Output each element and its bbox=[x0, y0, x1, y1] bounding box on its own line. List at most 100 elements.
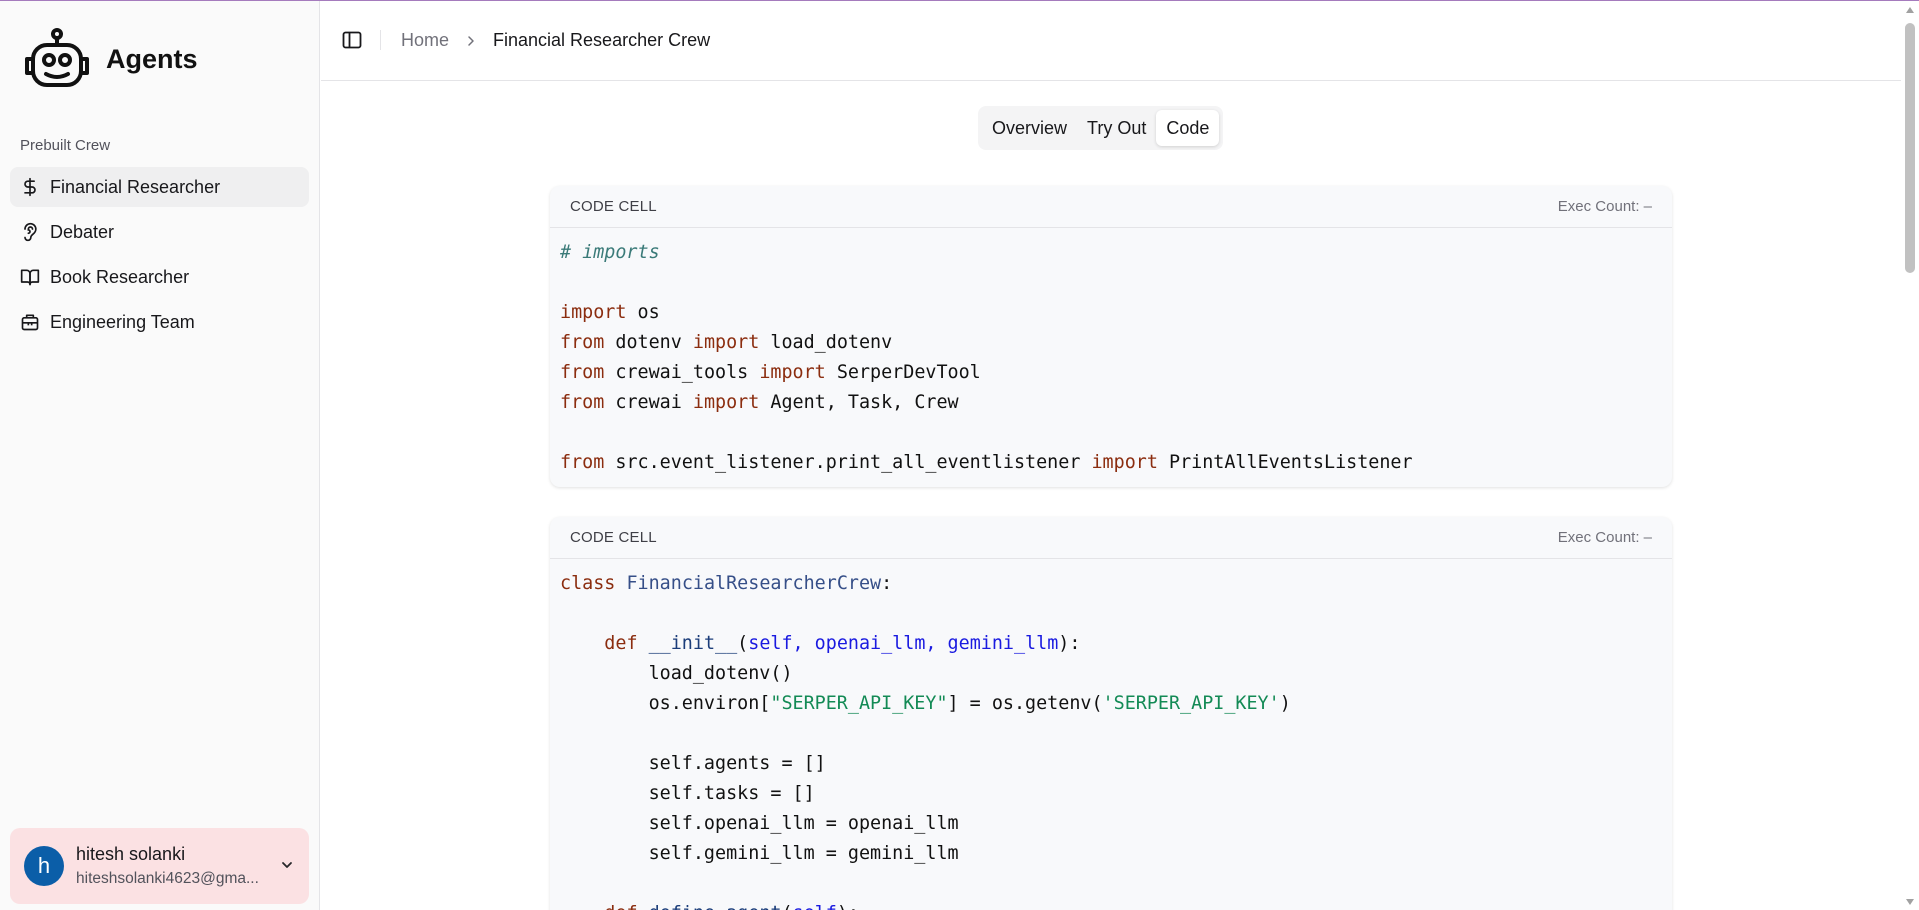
code-token: __init__ bbox=[648, 633, 738, 654]
scroll-down-arrow-icon[interactable] bbox=[1905, 897, 1915, 907]
code-token: self.openai_llm = openai_llm bbox=[560, 813, 959, 834]
code-token: import bbox=[692, 332, 760, 353]
app-title: Agents bbox=[106, 43, 198, 74]
code-token: : bbox=[881, 573, 893, 594]
sidebar-item-financial-researcher[interactable]: Financial Researcher bbox=[10, 167, 309, 207]
code-cell-header: CODE CELL Exec Count: – bbox=[550, 517, 1672, 559]
code-block[interactable]: class FinancialResearcherCrew: def __ini… bbox=[550, 559, 1672, 910]
code-token: ): bbox=[1058, 633, 1081, 654]
code-line: load_dotenv() bbox=[560, 659, 1662, 689]
exec-count: Exec Count: – bbox=[1557, 529, 1652, 546]
code-token: self.gemini_llm = gemini_llm bbox=[560, 843, 959, 864]
book-open-icon bbox=[20, 267, 40, 287]
code-token: from bbox=[560, 362, 605, 383]
code-block[interactable]: # imports import os from dotenv import lo… bbox=[550, 228, 1672, 487]
code-line: def define_agent(self): bbox=[560, 899, 1662, 910]
code-cell-label: CODE CELL bbox=[570, 198, 657, 215]
sidebar-item-label: Financial Researcher bbox=[50, 176, 221, 197]
brand[interactable]: Agents bbox=[22, 27, 198, 91]
code-token: crewai_tools bbox=[604, 362, 760, 383]
code-token: ] = os.getenv( bbox=[947, 693, 1103, 714]
code-token: ) bbox=[1279, 693, 1291, 714]
code-token: Agent, Task, Crew bbox=[759, 392, 959, 413]
code-token: def bbox=[604, 903, 637, 910]
sidebar-toggle-icon[interactable] bbox=[341, 29, 363, 51]
code-token: PrintAllEventsListener bbox=[1157, 452, 1413, 473]
code-line: os.environ["SERPER_API_KEY"] = os.getenv… bbox=[560, 689, 1662, 719]
code-token: self.tasks = [] bbox=[560, 783, 815, 804]
code-cell-header: CODE CELL Exec Count: – bbox=[550, 186, 1672, 228]
breadcrumb-current: Financial Researcher Crew bbox=[493, 30, 711, 50]
sidebar-group-label: Prebuilt Crew bbox=[20, 137, 111, 154]
scroll-up-arrow-icon[interactable] bbox=[1905, 5, 1915, 15]
ear-icon bbox=[20, 222, 40, 242]
sidebar-item-engineering-team[interactable]: Engineering Team bbox=[10, 302, 309, 342]
code-line: import os bbox=[560, 298, 1662, 328]
view-tabs: Overview Try Out Code bbox=[978, 106, 1224, 150]
code-token: import bbox=[692, 392, 760, 413]
code-token: self, openai_llm, gemini_llm bbox=[748, 633, 1059, 654]
code-token: load_dotenv bbox=[759, 332, 893, 353]
code-token: 'SERPER_API_KEY' bbox=[1102, 693, 1280, 714]
robot-logo-icon bbox=[25, 28, 89, 87]
header-divider bbox=[380, 30, 381, 50]
chevron-right-icon bbox=[468, 35, 474, 46]
code-cell: CODE CELL Exec Count: – # imports import… bbox=[550, 186, 1672, 487]
code-line: from crewai_tools import SerperDevTool bbox=[560, 358, 1662, 388]
sidebar-item-book-researcher[interactable]: Book Researcher bbox=[10, 257, 309, 297]
chevron-down-icon bbox=[282, 862, 292, 868]
code-line: def __init__(self, openai_llm, gemini_ll… bbox=[560, 629, 1662, 659]
code-token: # imports bbox=[560, 242, 660, 263]
code-token: import bbox=[759, 362, 826, 383]
code-token: import bbox=[1091, 452, 1158, 473]
scrollbar-thumb[interactable] bbox=[1905, 23, 1915, 273]
code-line: self.gemini_llm = gemini_llm bbox=[560, 839, 1662, 869]
tab-code[interactable]: Code bbox=[1156, 110, 1220, 146]
briefcase-icon bbox=[20, 312, 40, 332]
breadcrumb-home-link[interactable]: Home bbox=[401, 30, 449, 51]
code-token: from bbox=[560, 452, 605, 473]
sidebar-item-debater[interactable]: Debater bbox=[10, 212, 309, 252]
code-token: FinancialResearcherCrew bbox=[626, 573, 882, 594]
exec-count: Exec Count: – bbox=[1557, 198, 1652, 215]
code-token: import bbox=[560, 302, 627, 323]
tab-overview[interactable]: Overview bbox=[982, 110, 1077, 146]
page-scrollbar[interactable] bbox=[1901, 1, 1919, 910]
code-token: crewai bbox=[604, 392, 693, 413]
dollar-icon bbox=[20, 177, 40, 197]
tab-try-out[interactable]: Try Out bbox=[1077, 110, 1156, 146]
code-cell: CODE CELL Exec Count: – class FinancialR… bbox=[550, 517, 1672, 910]
code-line: self.openai_llm = openai_llm bbox=[560, 809, 1662, 839]
code-token: ( bbox=[781, 903, 792, 910]
code-line: from crewai import Agent, Task, Crew bbox=[560, 388, 1662, 418]
user-menu[interactable]: h hitesh solanki hiteshsolanki4623@gma..… bbox=[10, 828, 309, 904]
code-line: class FinancialResearcherCrew: bbox=[560, 569, 1662, 599]
code-cell-label: CODE CELL bbox=[570, 529, 657, 546]
code-token: from bbox=[560, 392, 605, 413]
code-token: define_agent bbox=[649, 903, 782, 910]
sidebar-item-label: Engineering Team bbox=[50, 311, 195, 332]
code-token: "SERPER_API_KEY" bbox=[770, 693, 948, 714]
code-line: from src.event_listener.print_all_eventl… bbox=[560, 448, 1662, 478]
code-token: class bbox=[560, 573, 616, 594]
code-token: from bbox=[560, 332, 605, 353]
code-line: from dotenv import load_dotenv bbox=[560, 328, 1662, 358]
user-email: hiteshsolanki4623@gma... bbox=[76, 870, 259, 887]
code-token: os bbox=[626, 302, 660, 323]
sidebar-nav: Financial Researcher Debater Book Resear… bbox=[10, 167, 309, 347]
code-token: load_dotenv() bbox=[560, 663, 793, 684]
code-line: # imports bbox=[560, 238, 1662, 268]
code-token: src.event_listener.print_all_eventlisten… bbox=[604, 452, 1092, 473]
sidebar-item-label: Debater bbox=[50, 221, 115, 242]
code-token: SerperDevTool bbox=[825, 362, 981, 383]
code-token: ( bbox=[737, 633, 749, 654]
breadcrumb: Home Financial Researcher Crew bbox=[401, 30, 710, 51]
